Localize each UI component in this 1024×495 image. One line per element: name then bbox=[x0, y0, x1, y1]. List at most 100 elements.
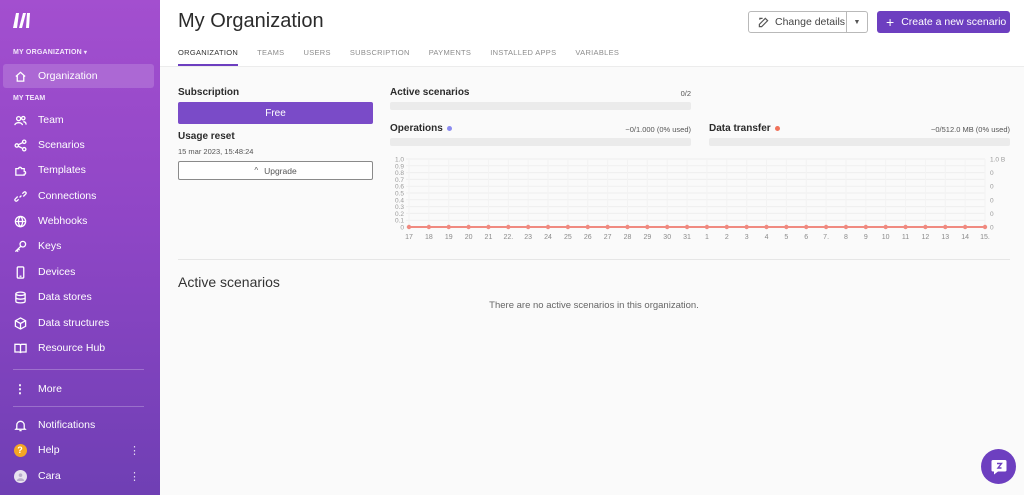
sidebar-item-label: Keys bbox=[38, 240, 62, 252]
organization-switcher[interactable]: MY ORGANIZATION ▾ bbox=[13, 49, 87, 56]
sidebar-item-team[interactable]: Team bbox=[3, 108, 154, 132]
sidebar-item-scenarios[interactable]: Scenarios bbox=[3, 133, 154, 157]
avatar bbox=[13, 469, 27, 483]
active-scenarios-section-title: Active scenarios bbox=[178, 274, 280, 290]
make-logo-icon[interactable] bbox=[11, 10, 33, 30]
caret-down-icon: ▾ bbox=[83, 50, 88, 56]
series-point bbox=[784, 224, 789, 230]
x-axis-tick-label: 21 bbox=[485, 234, 493, 241]
sidebar-item-notifications[interactable]: Notifications bbox=[3, 413, 154, 437]
tab-teams[interactable]: TEAMS bbox=[257, 48, 284, 66]
x-axis-tick-label: 12 bbox=[922, 234, 930, 241]
share-nodes-icon bbox=[13, 138, 27, 152]
empty-state-message: There are no active scenarios in this or… bbox=[489, 300, 699, 311]
sidebar-divider bbox=[13, 406, 144, 407]
series-point bbox=[724, 224, 729, 230]
tab-subscription[interactable]: SUBSCRIPTION bbox=[350, 48, 410, 66]
series-point bbox=[525, 224, 531, 230]
home-icon bbox=[13, 69, 27, 83]
sidebar: MY ORGANIZATION ▾ Organization MY TEAM Te… bbox=[0, 0, 160, 495]
sidebar-item-data-stores[interactable]: Data stores bbox=[3, 285, 154, 309]
x-axis-tick-label: 25 bbox=[564, 234, 572, 241]
change-details-button[interactable]: Change details bbox=[748, 11, 847, 33]
tab-users[interactable]: USERS bbox=[303, 48, 330, 66]
sidebar-item-more[interactable]: ⋮ More bbox=[3, 377, 154, 401]
sidebar-item-label: Data structures bbox=[38, 317, 110, 329]
page-title: My Organization bbox=[178, 10, 324, 32]
sidebar-item-label: Data stores bbox=[38, 291, 92, 303]
sidebar-item-templates[interactable]: Templates bbox=[3, 158, 154, 182]
sidebar-item-label: Webhooks bbox=[38, 215, 88, 227]
active-scenarios-label: Active scenarios bbox=[390, 87, 470, 98]
sidebar-item-devices[interactable]: Devices bbox=[3, 260, 154, 284]
series-point bbox=[704, 224, 710, 230]
series-point bbox=[545, 224, 551, 230]
create-scenario-label: Create a new scenario bbox=[901, 16, 1007, 28]
sidebar-item-label: Cara bbox=[38, 470, 61, 482]
data-transfer-label: Data transfer bbox=[709, 123, 780, 134]
series-point bbox=[426, 224, 432, 230]
tab-payments[interactable]: PAYMENTS bbox=[429, 48, 472, 66]
data-transfer-label-text: Data transfer bbox=[709, 123, 771, 134]
x-axis-tick-label: 19 bbox=[445, 234, 453, 241]
tab-organization[interactable]: ORGANIZATION bbox=[178, 48, 239, 66]
sidebar-item-organization[interactable]: Organization bbox=[3, 64, 154, 88]
series-point bbox=[684, 224, 690, 230]
series-point bbox=[625, 224, 630, 230]
x-axis-tick-label: 1 bbox=[705, 234, 709, 241]
help-options-icon[interactable]: ⋮ bbox=[129, 444, 140, 457]
x-axis-tick-label: 13 bbox=[941, 234, 949, 241]
x-axis-tick-label: 7. bbox=[823, 234, 829, 241]
x-axis-tick-label: 20 bbox=[465, 234, 473, 241]
plan-badge: Free bbox=[178, 102, 373, 124]
help-icon: ? bbox=[13, 443, 27, 457]
edit-icon bbox=[758, 17, 769, 27]
usage-reset-date: 15 mar 2023, 15:48:24 bbox=[178, 147, 254, 156]
bell-icon bbox=[13, 418, 27, 432]
sidebar-item-connections[interactable]: Connections bbox=[3, 184, 154, 208]
x-axis-tick-label: 10 bbox=[882, 234, 890, 241]
plus-icon: + bbox=[886, 14, 895, 30]
usage-reset-label: Usage reset bbox=[178, 131, 235, 142]
sidebar-item-user[interactable]: Cara ⋮ bbox=[3, 464, 154, 488]
x-axis-tick-label: 14 bbox=[961, 234, 969, 241]
series-point bbox=[665, 224, 670, 230]
x-axis-tick-label: 4 bbox=[765, 234, 769, 241]
sidebar-item-data-structures[interactable]: Data structures bbox=[3, 311, 154, 335]
upgrade-label: Upgrade bbox=[264, 165, 297, 176]
sidebar-item-webhooks[interactable]: Webhooks bbox=[3, 209, 154, 233]
subscription-label: Subscription bbox=[178, 87, 240, 98]
change-details-dropdown-button[interactable]: ▼ bbox=[847, 11, 868, 33]
sidebar-item-keys[interactable]: Keys bbox=[3, 234, 154, 258]
sidebar-item-label: Notifications bbox=[38, 419, 96, 431]
series-point bbox=[645, 224, 650, 230]
sidebar-item-label: More bbox=[38, 383, 62, 395]
x-axis-tick-label: 27 bbox=[604, 234, 612, 241]
sidebar-item-label: Help bbox=[38, 444, 60, 456]
user-options-icon[interactable]: ⋮ bbox=[129, 470, 140, 483]
y2-axis-tick-label: 1.0 B bbox=[990, 157, 1005, 164]
x-axis-tick-label: 24 bbox=[544, 234, 552, 241]
tab-variables[interactable]: VARIABLES bbox=[575, 48, 619, 66]
x-axis-tick-label: 31 bbox=[683, 234, 691, 241]
link-icon bbox=[13, 189, 27, 203]
x-axis-tick-label: 3 bbox=[745, 234, 749, 241]
series-point bbox=[764, 224, 769, 230]
tab-installed-apps[interactable]: INSTALLED APPS bbox=[490, 48, 556, 66]
sidebar-item-label: Devices bbox=[38, 266, 76, 278]
sidebar-item-help[interactable]: ? Help ⋮ bbox=[3, 438, 154, 462]
series-point bbox=[883, 224, 888, 230]
upgrade-button[interactable]: ^ Upgrade bbox=[178, 161, 373, 180]
x-axis-tick-label: 29 bbox=[643, 234, 651, 241]
key-icon bbox=[13, 239, 27, 253]
sidebar-item-resource-hub[interactable]: Resource Hub bbox=[3, 336, 154, 360]
my-team-label: MY TEAM bbox=[13, 95, 46, 102]
data-transfer-value: ~0/512.0 MB (0% used) bbox=[930, 125, 1010, 134]
operations-bar bbox=[390, 138, 691, 146]
series-point bbox=[466, 224, 471, 230]
y2-axis-tick-label: 0 bbox=[990, 184, 994, 191]
support-chat-button[interactable] bbox=[981, 449, 1016, 484]
create-scenario-button[interactable]: + Create a new scenario bbox=[877, 11, 1010, 33]
chevron-up-icon: ^ bbox=[254, 166, 259, 175]
y-axis-tick-label: 0 bbox=[400, 225, 404, 232]
